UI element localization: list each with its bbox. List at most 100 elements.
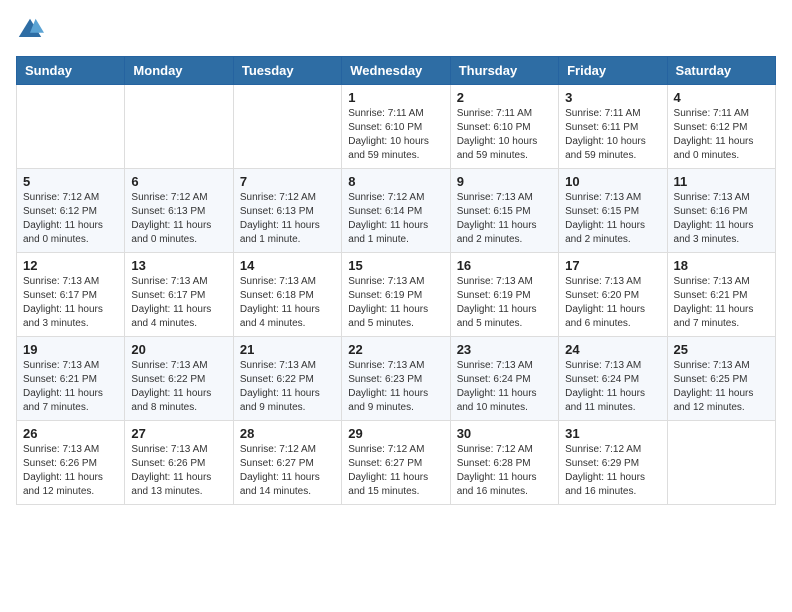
day-number: 17 xyxy=(565,258,660,273)
day-detail: Sunrise: 7:13 AMSunset: 6:26 PMDaylight:… xyxy=(23,443,118,499)
day-number: 11 xyxy=(674,174,769,189)
day-number: 30 xyxy=(457,426,552,441)
weekday-header-thursday: Thursday xyxy=(450,57,558,85)
day-number: 26 xyxy=(23,426,118,441)
calendar-cell: 19 Sunrise: 7:13 AMSunset: 6:21 PMDayligh… xyxy=(17,337,125,421)
day-detail: Sunrise: 7:13 AMSunset: 6:22 PMDaylight:… xyxy=(240,359,335,415)
day-number: 29 xyxy=(348,426,443,441)
day-detail: Sunrise: 7:11 AMSunset: 6:11 PMDaylight:… xyxy=(565,107,660,163)
calendar-week-row: 5 Sunrise: 7:12 AMSunset: 6:12 PMDaylight… xyxy=(17,169,776,253)
weekday-header-monday: Monday xyxy=(125,57,233,85)
calendar-week-row: 12 Sunrise: 7:13 AMSunset: 6:17 PMDayligh… xyxy=(17,253,776,337)
day-detail: Sunrise: 7:13 AMSunset: 6:17 PMDaylight:… xyxy=(131,275,226,331)
day-number: 4 xyxy=(674,90,769,105)
weekday-header-friday: Friday xyxy=(559,57,667,85)
day-detail: Sunrise: 7:13 AMSunset: 6:22 PMDaylight:… xyxy=(131,359,226,415)
calendar-cell: 21 Sunrise: 7:13 AMSunset: 6:22 PMDayligh… xyxy=(233,337,341,421)
day-detail: Sunrise: 7:12 AMSunset: 6:28 PMDaylight:… xyxy=(457,443,552,499)
day-number: 9 xyxy=(457,174,552,189)
day-detail: Sunrise: 7:13 AMSunset: 6:18 PMDaylight:… xyxy=(240,275,335,331)
calendar-cell: 4 Sunrise: 7:11 AMSunset: 6:12 PMDaylight… xyxy=(667,85,775,169)
calendar-cell: 8 Sunrise: 7:12 AMSunset: 6:14 PMDaylight… xyxy=(342,169,450,253)
calendar-week-row: 1Sunrise: 7:11 AMSunset: 6:10 PMDaylight… xyxy=(17,85,776,169)
calendar-cell: 12 Sunrise: 7:13 AMSunset: 6:17 PMDayligh… xyxy=(17,253,125,337)
day-detail: Sunrise: 7:12 AMSunset: 6:12 PMDaylight:… xyxy=(23,191,118,247)
calendar-cell: 22 Sunrise: 7:13 AMSunset: 6:23 PMDayligh… xyxy=(342,337,450,421)
day-number: 19 xyxy=(23,342,118,357)
calendar-cell: 9 Sunrise: 7:13 AMSunset: 6:15 PMDaylight… xyxy=(450,169,558,253)
day-number: 8 xyxy=(348,174,443,189)
weekday-header-sunday: Sunday xyxy=(17,57,125,85)
day-detail: Sunrise: 7:13 AMSunset: 6:16 PMDaylight:… xyxy=(674,191,769,247)
calendar-cell: 11 Sunrise: 7:13 AMSunset: 6:16 PMDayligh… xyxy=(667,169,775,253)
calendar-cell: 28 Sunrise: 7:12 AMSunset: 6:27 PMDayligh… xyxy=(233,421,341,505)
day-number: 18 xyxy=(674,258,769,273)
day-detail: Sunrise: 7:11 AMSunset: 6:10 PMDaylight:… xyxy=(348,107,443,163)
day-number: 15 xyxy=(348,258,443,273)
day-number: 22 xyxy=(348,342,443,357)
calendar-cell xyxy=(17,85,125,169)
weekday-header-wednesday: Wednesday xyxy=(342,57,450,85)
calendar-cell: 5 Sunrise: 7:12 AMSunset: 6:12 PMDaylight… xyxy=(17,169,125,253)
day-number: 28 xyxy=(240,426,335,441)
calendar-week-row: 19 Sunrise: 7:13 AMSunset: 6:21 PMDayligh… xyxy=(17,337,776,421)
calendar-cell: 30 Sunrise: 7:12 AMSunset: 6:28 PMDayligh… xyxy=(450,421,558,505)
calendar-cell: 25Sunrise: 7:13 AMSunset: 6:25 PMDayligh… xyxy=(667,337,775,421)
calendar-cell: 3Sunrise: 7:11 AMSunset: 6:11 PMDaylight… xyxy=(559,85,667,169)
day-number: 27 xyxy=(131,426,226,441)
calendar-week-row: 26 Sunrise: 7:13 AMSunset: 6:26 PMDayligh… xyxy=(17,421,776,505)
day-detail: Sunrise: 7:11 AMSunset: 6:10 PMDaylight:… xyxy=(457,107,552,163)
calendar-cell: 27 Sunrise: 7:13 AMSunset: 6:26 PMDayligh… xyxy=(125,421,233,505)
calendar-cell: 17 Sunrise: 7:13 AMSunset: 6:20 PMDayligh… xyxy=(559,253,667,337)
day-number: 21 xyxy=(240,342,335,357)
day-number: 2 xyxy=(457,90,552,105)
day-detail: Sunrise: 7:13 AMSunset: 6:20 PMDaylight:… xyxy=(565,275,660,331)
calendar-cell xyxy=(125,85,233,169)
day-detail: Sunrise: 7:12 AMSunset: 6:14 PMDaylight:… xyxy=(348,191,443,247)
day-detail: Sunrise: 7:13 AMSunset: 6:21 PMDaylight:… xyxy=(23,359,118,415)
day-detail: Sunrise: 7:13 AMSunset: 6:19 PMDaylight:… xyxy=(457,275,552,331)
calendar-cell xyxy=(667,421,775,505)
day-number: 31 xyxy=(565,426,660,441)
calendar-cell: 6Sunrise: 7:12 AMSunset: 6:13 PMDaylight… xyxy=(125,169,233,253)
calendar-cell: 26 Sunrise: 7:13 AMSunset: 6:26 PMDayligh… xyxy=(17,421,125,505)
day-number: 16 xyxy=(457,258,552,273)
logo-icon xyxy=(16,16,44,44)
calendar-cell: 23 Sunrise: 7:13 AMSunset: 6:24 PMDayligh… xyxy=(450,337,558,421)
day-number: 6 xyxy=(131,174,226,189)
logo xyxy=(16,16,48,44)
calendar-header-row: SundayMondayTuesdayWednesdayThursdayFrid… xyxy=(17,57,776,85)
day-number: 20 xyxy=(131,342,226,357)
calendar-cell: 1Sunrise: 7:11 AMSunset: 6:10 PMDaylight… xyxy=(342,85,450,169)
day-number: 7 xyxy=(240,174,335,189)
day-detail: Sunrise: 7:13 AMSunset: 6:21 PMDaylight:… xyxy=(674,275,769,331)
weekday-header-tuesday: Tuesday xyxy=(233,57,341,85)
day-detail: Sunrise: 7:13 AMSunset: 6:17 PMDaylight:… xyxy=(23,275,118,331)
calendar-cell: 2 Sunrise: 7:11 AMSunset: 6:10 PMDaylight… xyxy=(450,85,558,169)
calendar-cell: 29Sunrise: 7:12 AMSunset: 6:27 PMDayligh… xyxy=(342,421,450,505)
calendar-cell: 16 Sunrise: 7:13 AMSunset: 6:19 PMDayligh… xyxy=(450,253,558,337)
calendar-table: SundayMondayTuesdayWednesdayThursdayFrid… xyxy=(16,56,776,505)
day-number: 12 xyxy=(23,258,118,273)
day-detail: Sunrise: 7:13 AMSunset: 6:23 PMDaylight:… xyxy=(348,359,443,415)
day-number: 10 xyxy=(565,174,660,189)
day-number: 25 xyxy=(674,342,769,357)
day-detail: Sunrise: 7:13 AMSunset: 6:26 PMDaylight:… xyxy=(131,443,226,499)
calendar-cell: 13Sunrise: 7:13 AMSunset: 6:17 PMDayligh… xyxy=(125,253,233,337)
calendar-cell: 18 Sunrise: 7:13 AMSunset: 6:21 PMDayligh… xyxy=(667,253,775,337)
day-detail: Sunrise: 7:12 AMSunset: 6:29 PMDaylight:… xyxy=(565,443,660,499)
day-detail: Sunrise: 7:11 AMSunset: 6:12 PMDaylight:… xyxy=(674,107,769,163)
day-detail: Sunrise: 7:13 AMSunset: 6:15 PMDaylight:… xyxy=(457,191,552,247)
day-detail: Sunrise: 7:13 AMSunset: 6:24 PMDaylight:… xyxy=(565,359,660,415)
calendar-cell xyxy=(233,85,341,169)
day-detail: Sunrise: 7:13 AMSunset: 6:24 PMDaylight:… xyxy=(457,359,552,415)
calendar-cell: 15 Sunrise: 7:13 AMSunset: 6:19 PMDayligh… xyxy=(342,253,450,337)
day-detail: Sunrise: 7:12 AMSunset: 6:13 PMDaylight:… xyxy=(240,191,335,247)
day-detail: Sunrise: 7:13 AMSunset: 6:19 PMDaylight:… xyxy=(348,275,443,331)
day-number: 23 xyxy=(457,342,552,357)
calendar-cell: 31 Sunrise: 7:12 AMSunset: 6:29 PMDayligh… xyxy=(559,421,667,505)
day-number: 5 xyxy=(23,174,118,189)
day-detail: Sunrise: 7:12 AMSunset: 6:27 PMDaylight:… xyxy=(240,443,335,499)
day-number: 14 xyxy=(240,258,335,273)
calendar-cell: 10Sunrise: 7:13 AMSunset: 6:15 PMDayligh… xyxy=(559,169,667,253)
